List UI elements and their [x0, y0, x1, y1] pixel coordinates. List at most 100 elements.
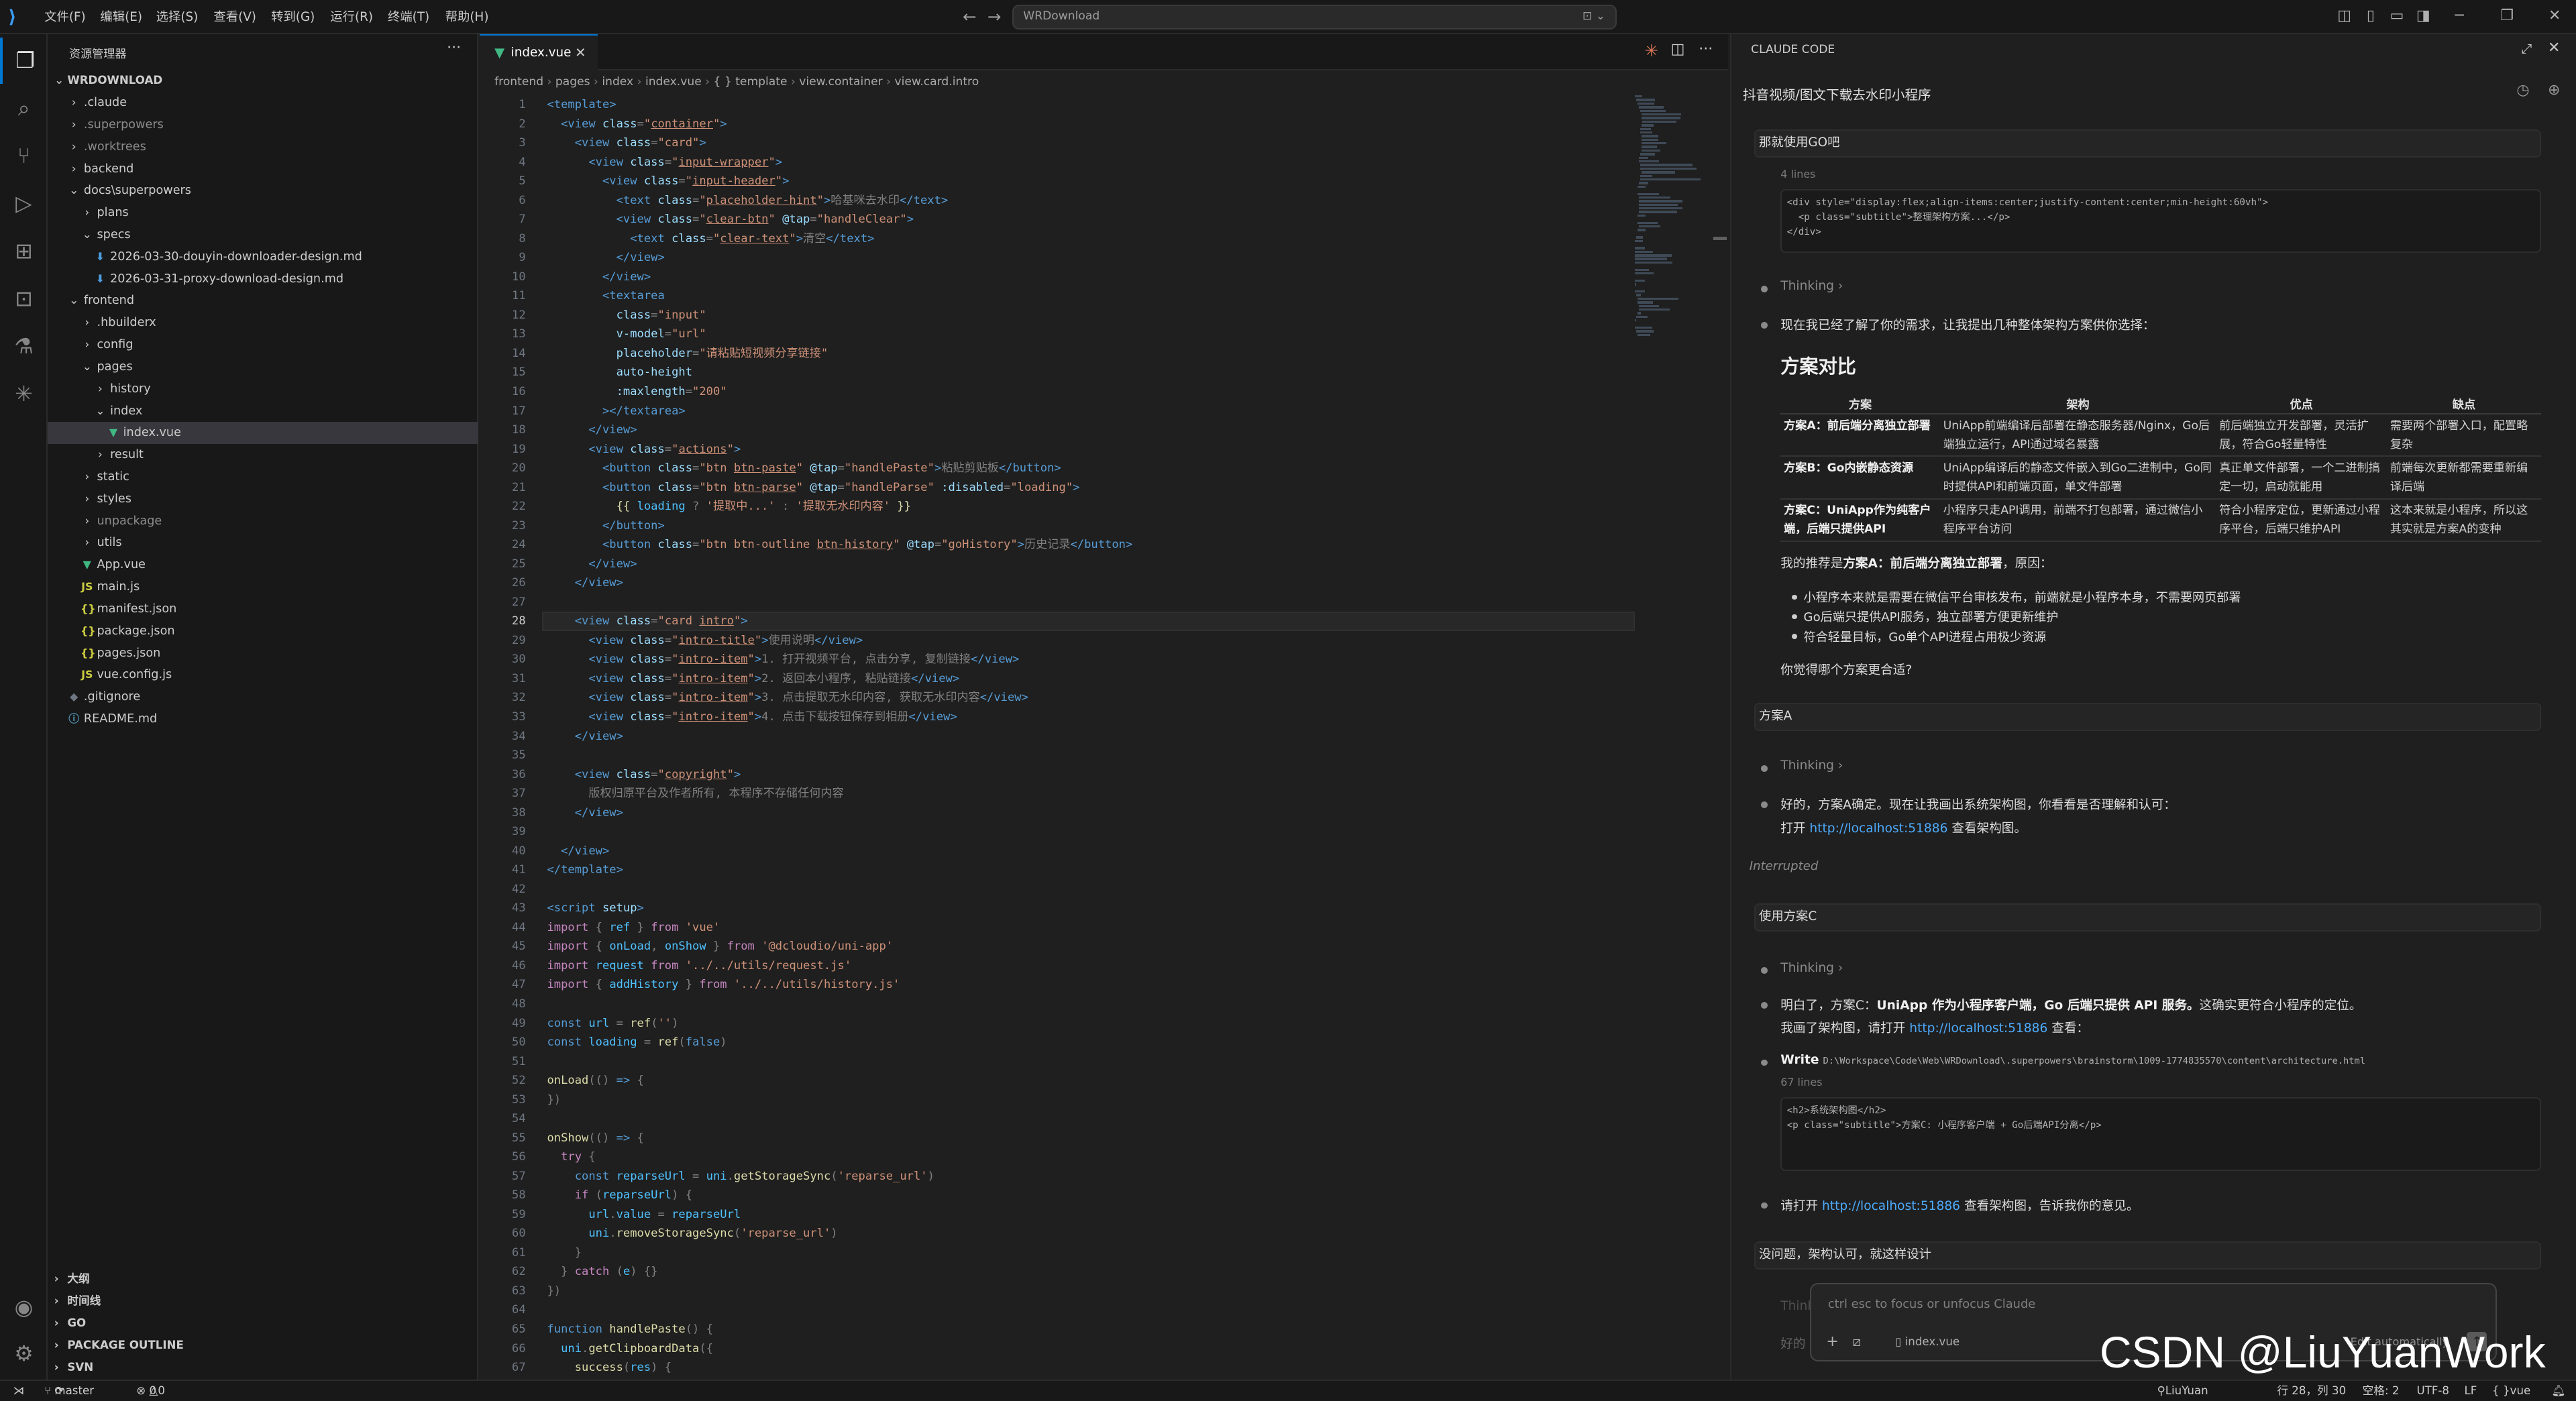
minimap[interactable]: [1634, 95, 1714, 358]
code-line[interactable]: import { addHistory } from '../../utils/…: [547, 975, 900, 995]
breadcrumb-item[interactable]: view.container: [799, 75, 882, 89]
menu-terminal[interactable]: 终端(T): [388, 0, 429, 34]
code-line[interactable]: :maxlength="200": [547, 382, 727, 402]
code-line[interactable]: import request from '../../utils/request…: [547, 956, 852, 976]
tree-folder[interactable]: › config: [48, 334, 478, 356]
add-context-icon[interactable]: +: [1826, 1333, 1838, 1351]
tab-index-vue[interactable]: ▼ index.vue ✕: [480, 34, 598, 71]
breadcrumb-item[interactable]: view.card.intro: [894, 75, 979, 89]
workspace-root[interactable]: ⌄ WRDOWNLOAD: [48, 70, 478, 92]
remote-explorer-icon[interactable]: ⊡: [0, 276, 48, 322]
slash-command-icon[interactable]: ⧄: [1853, 1333, 1861, 1351]
code-line[interactable]: }: [547, 1243, 582, 1263]
tree-folder[interactable]: › history: [48, 378, 478, 400]
code-line[interactable]: <view class="input-header">: [547, 172, 789, 191]
tree-file[interactable]: {} package.json: [48, 620, 478, 642]
tree-folder[interactable]: › styles: [48, 488, 478, 510]
tree-folder[interactable]: ⌄ docs\superpowers: [48, 180, 478, 202]
encoding[interactable]: UTF-8: [2416, 1381, 2449, 1400]
code-line[interactable]: <view class="card">: [547, 133, 706, 153]
code-line[interactable]: uni.getClipboardData({: [547, 1339, 713, 1359]
notifications-bell-icon[interactable]: 🔔︎: [2551, 1381, 2565, 1400]
tree-file[interactable]: ▼ App.vue: [48, 554, 478, 576]
minimize-icon[interactable]: ─: [2448, 5, 2471, 27]
breadcrumb-item[interactable]: frontend: [494, 75, 543, 89]
code-line[interactable]: } catch (e) {}: [547, 1262, 657, 1282]
code-line[interactable]: auto-height: [547, 363, 692, 382]
code-line[interactable]: </view>: [547, 803, 623, 823]
code-line[interactable]: </view>: [547, 421, 637, 440]
code-line[interactable]: function handlePaste() {: [547, 1320, 713, 1339]
run-debug-icon[interactable]: ▷: [0, 180, 48, 227]
code-line[interactable]: </view>: [547, 727, 623, 746]
claude-action-icon[interactable]: ✳: [1644, 41, 1658, 60]
blame-indicator[interactable]: ⚲ LiuYuan (1 天前): [2157, 1381, 2208, 1400]
tree-folder[interactable]: › .superpowers: [48, 114, 478, 136]
testing-icon[interactable]: ⚗: [0, 323, 48, 370]
code-line[interactable]: <text class="clear-text">清空</text>: [547, 229, 874, 249]
settings-gear-icon[interactable]: ⚙: [0, 1331, 48, 1377]
toggle-secondary-sidebar-icon[interactable]: ◨: [2412, 5, 2434, 27]
tree-folder[interactable]: › result: [48, 444, 478, 466]
code-line[interactable]: <template>: [547, 95, 616, 115]
tree-file[interactable]: ⬇ 2026-03-30-douyin-downloader-design.md: [48, 246, 478, 268]
claude-icon[interactable]: ✳: [0, 371, 48, 417]
code-line[interactable]: <view class="intro-item">3. 点击提取无水印内容, 获…: [547, 688, 1028, 708]
code-line[interactable]: ></textarea>: [547, 402, 686, 421]
code-line[interactable]: try {: [547, 1147, 596, 1167]
code-line[interactable]: <view class="intro-item">1. 打开视频平台, 点击分享…: [547, 650, 1019, 669]
section-package-outline[interactable]: › PACKAGE OUTLINE: [48, 1335, 478, 1357]
tree-file[interactable]: ◆ .gitignore: [48, 686, 478, 708]
menu-help[interactable]: 帮助(H): [445, 0, 489, 34]
localhost-link[interactable]: http://localhost:51886: [1822, 1199, 1960, 1213]
tree-folder[interactable]: › .hbuilderx: [48, 312, 478, 334]
write-tool-call[interactable]: Write D:\Workspace\Code\Web\WRDownload\.…: [1780, 1053, 2365, 1067]
menu-goto[interactable]: 转到(G): [271, 0, 315, 34]
search-icon[interactable]: ⌕: [0, 85, 48, 131]
menu-view[interactable]: 查看(V): [213, 0, 256, 34]
extensions-icon[interactable]: ⊞: [0, 228, 48, 274]
code-line[interactable]: </template>: [547, 860, 623, 880]
menu-edit[interactable]: 编辑(E): [100, 0, 142, 34]
breadcrumb-item[interactable]: index: [602, 75, 633, 89]
tree-folder[interactable]: › backend: [48, 158, 478, 180]
section-svn[interactable]: › SVN: [48, 1357, 478, 1379]
end-of-line[interactable]: LF: [2464, 1381, 2477, 1400]
code-line[interactable]: <text class="placeholder-hint">哈基咪去水印</t…: [547, 191, 949, 211]
code-line[interactable]: <view class="clear-btn" @tap="handleClea…: [547, 210, 914, 229]
tree-file[interactable]: ⓘ README.md: [48, 708, 478, 730]
copilot-chevron-icon[interactable]: ⊡ ⌄: [1582, 6, 1605, 27]
indentation[interactable]: 空格: 2: [2363, 1381, 2400, 1400]
account-icon[interactable]: ◉: [0, 1284, 48, 1331]
tree-file[interactable]: {} manifest.json: [48, 598, 478, 620]
breadcrumb-item[interactable]: pages: [555, 75, 590, 89]
section-outline[interactable]: › 大纲: [48, 1268, 478, 1290]
new-chat-icon[interactable]: ⊕: [2548, 82, 2560, 99]
code-line[interactable]: if (reparseUrl) {: [547, 1186, 692, 1205]
code-line[interactable]: }): [547, 1282, 561, 1301]
editor-more-icon[interactable]: ···: [1699, 41, 1713, 58]
thinking-toggle[interactable]: Thinking ›: [1780, 759, 1843, 773]
code-line[interactable]: <view class="copyright">: [547, 765, 741, 785]
toggle-layout-icon[interactable]: ◫: [2333, 5, 2356, 27]
tree-folder[interactable]: ⌄ specs: [48, 224, 478, 246]
tree-file[interactable]: ▼ index.vue: [48, 422, 478, 445]
code-line[interactable]: </button>: [547, 516, 665, 536]
code-line[interactable]: <view class="intro-title">使用说明</view>: [547, 631, 863, 651]
restore-icon[interactable]: ❐: [2496, 5, 2518, 27]
breadcrumb-item[interactable]: { } template: [714, 75, 788, 89]
language-mode[interactable]: { } vue: [2492, 1381, 2530, 1400]
tree-file[interactable]: JS main.js: [48, 576, 478, 598]
close-panel-icon[interactable]: ✕: [2548, 40, 2560, 56]
explorer-icon[interactable]: ❐: [0, 38, 48, 84]
localhost-link[interactable]: http://localhost:51886: [1909, 1021, 2047, 1035]
split-editor-icon[interactable]: ◫: [1671, 41, 1685, 58]
branch-indicator[interactable]: ⑂ master ⟳: [44, 1381, 94, 1400]
close-tab-icon[interactable]: ✕: [575, 36, 586, 70]
code-line[interactable]: uni.removeStorageSync('reparse_url'): [547, 1224, 837, 1243]
code-line[interactable]: <button class="btn btn-parse" @tap="hand…: [547, 478, 1079, 498]
code-line[interactable]: </view>: [547, 248, 665, 268]
cursor-position[interactable]: 行 28，列 30: [2277, 1381, 2346, 1400]
tree-file[interactable]: JS vue.config.js: [48, 664, 478, 686]
tree-folder[interactable]: › unpackage: [48, 510, 478, 533]
